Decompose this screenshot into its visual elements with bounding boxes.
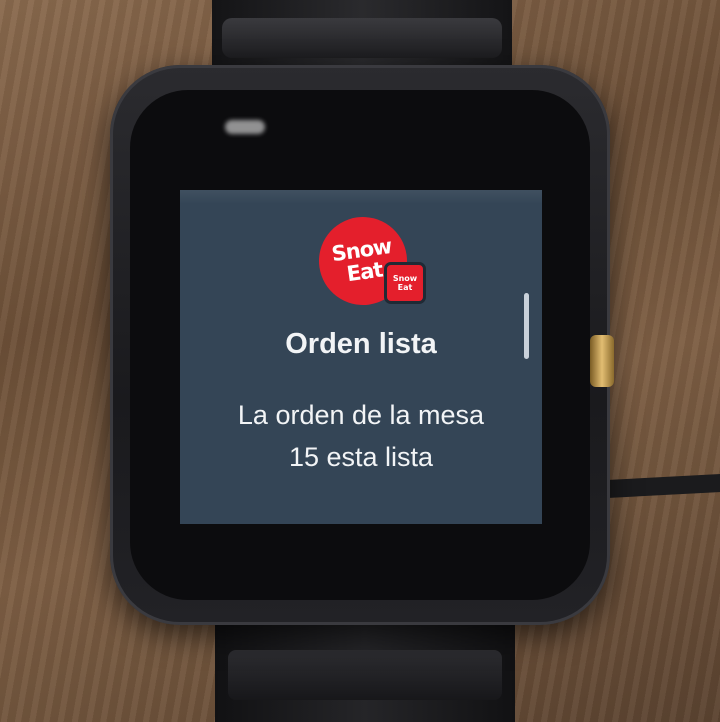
notification-message: La orden de la mesa 15 esta lista [200, 394, 522, 478]
glass-reflection [225, 120, 265, 134]
app-badge-icon: Snow Eat [384, 262, 426, 304]
message-line-2: 15 esta lista [288, 442, 434, 472]
watch-strap-bottom-link [228, 650, 502, 700]
badge-text-2: Eat [397, 283, 413, 292]
app-icon-text-2: Eat [345, 257, 384, 287]
badge-text-1: Snow [392, 274, 418, 283]
crown-button[interactable] [590, 335, 614, 387]
screen-top-edge [180, 190, 542, 204]
watch-screen[interactable]: Snow Eat Snow Eat Orden lista La orden d… [180, 190, 542, 524]
notification-title: Orden lista [285, 328, 437, 360]
message-line-1: La orden de la mesa [237, 400, 485, 430]
watch-strap-link [222, 18, 502, 58]
